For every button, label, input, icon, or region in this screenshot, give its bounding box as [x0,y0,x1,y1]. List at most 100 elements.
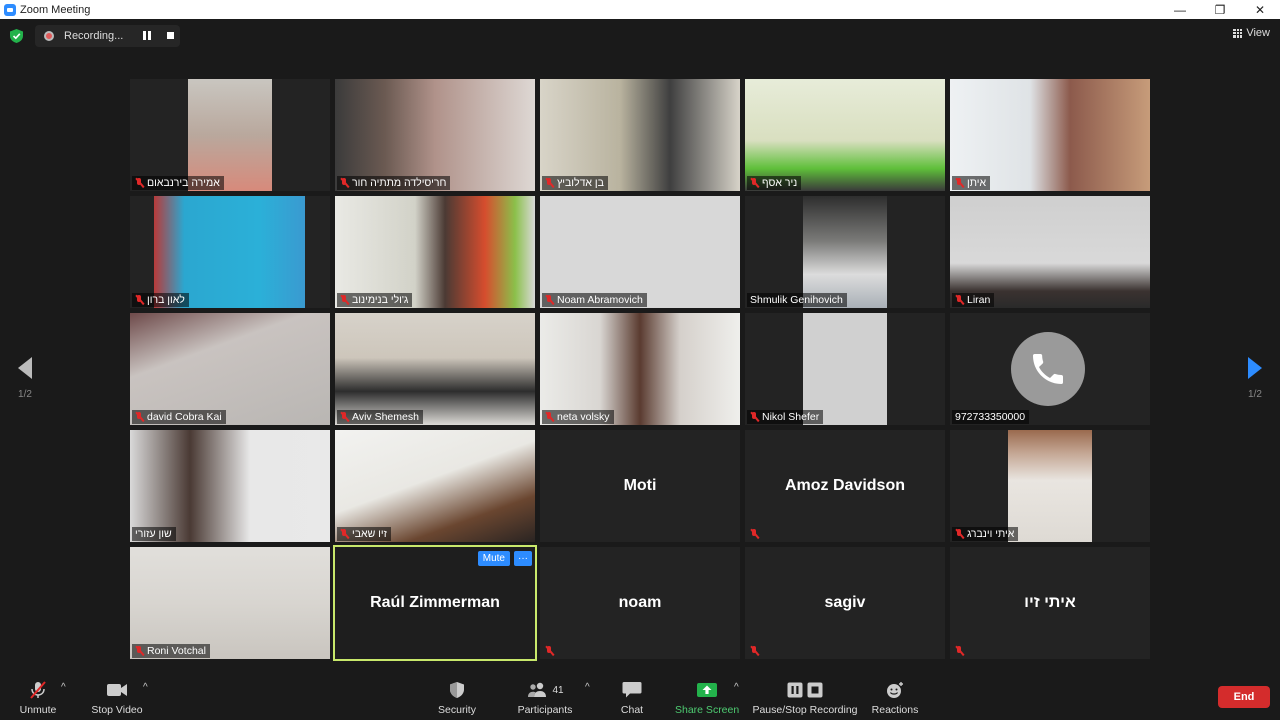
muted-mic-icon [750,412,759,422]
audio-options-caret-icon[interactable]: ^ [61,682,66,693]
participant-name-tag: זיו שאבי [337,527,392,541]
participant-tile[interactable]: זיו שאבי [335,430,535,542]
participant-name: חריסילדה מתתיה חור [352,177,447,189]
participant-name: שון עזורי [135,528,172,540]
end-meeting-button[interactable]: End [1218,686,1270,708]
participant-tile[interactable]: noam [540,547,740,659]
left-arrow-icon [18,357,32,379]
participant-tile[interactable]: חריסילדה מתתיה חור [335,79,535,191]
stop-icon [807,682,823,698]
share-screen-button[interactable]: Share Screen [675,680,739,716]
participant-tile[interactable]: david Cobra Kai [130,313,330,425]
participant-name: ניר אסף [762,177,798,189]
muted-mic-icon [135,412,144,422]
participant-tile[interactable]: ג'ולי בנימינוב [335,196,535,308]
participant-tile[interactable]: Shmulik Genihovich [745,196,945,308]
pause-recording-icon[interactable] [143,31,151,40]
muted-mic-icon [545,178,554,188]
view-label: View [1246,27,1270,39]
pause-stop-recording-button[interactable]: Pause/Stop Recording [752,680,858,716]
participant-name-tag: Liran [952,293,995,307]
participant-video [745,79,945,191]
participant-name: david Cobra Kai [147,411,222,423]
muted-mic-icon [340,412,349,422]
active-speaker-tile[interactable]: Mute ··· Raúl Zimmerman [333,545,537,661]
participant-tile[interactable]: בן אדלוביץ [540,79,740,191]
participant-video [803,196,887,308]
participant-name-tag: בן אדלוביץ [542,176,608,190]
participant-tile[interactable]: Moti [540,430,740,542]
meeting-top-bar: Recording... View [0,19,1280,53]
close-button[interactable]: ✕ [1240,0,1280,19]
chat-label: Chat [620,704,644,716]
participant-name: איתי זיו [1024,594,1076,611]
window-title: Zoom Meeting [20,3,91,16]
participant-tile[interactable]: איתי וינברג [950,430,1150,542]
participant-name-tag: 972733350000 [952,410,1030,424]
participant-video [1008,430,1092,542]
participant-name: Liran [967,294,991,306]
participant-name-tag: ניר אסף [747,176,802,190]
participant-tile[interactable]: Roni Votchal [130,547,330,659]
phone-icon [1033,354,1063,384]
participant-tile[interactable]: אמירה בירנבאום [130,79,330,191]
view-button[interactable]: View [1233,27,1270,39]
participant-tile[interactable]: sagiv [745,547,945,659]
encryption-shield-icon[interactable] [10,29,23,43]
recording-indicator: Recording... [35,25,180,47]
participants-button[interactable]: 41 Participants [513,680,577,716]
reactions-button[interactable]: Reactions [870,680,920,716]
more-options-button[interactable]: ··· [514,551,532,566]
participant-tile[interactable]: ניר אסף [745,79,945,191]
stop-video-label: Stop Video [91,704,143,716]
participant-tile[interactable]: Amoz Davidson [745,430,945,542]
security-button[interactable]: Security [434,680,480,716]
previous-page-button[interactable]: 1/2 [10,357,40,400]
participant-name: אמירה בירנבאום [147,177,220,189]
participant-name: Roni Votchal [147,645,206,657]
participants-icon [528,682,547,697]
video-options-caret-icon[interactable]: ^ [143,682,148,693]
next-page-button[interactable]: 1/2 [1240,357,1270,400]
window-controls: — ❐ ✕ [1160,0,1280,19]
participant-tile[interactable]: שון עזורי [130,430,330,542]
participant-video [188,79,272,191]
recording-dot-icon [44,31,54,41]
stop-video-button[interactable]: Stop Video [90,680,144,716]
restore-button[interactable]: ❐ [1200,0,1240,19]
stop-recording-icon[interactable] [167,32,174,39]
participant-video [130,547,330,659]
participant-tile[interactable]: Aviv Shemesh [335,313,535,425]
participant-video [130,430,330,542]
participant-tile[interactable]: Nikol Shefer [745,313,945,425]
participant-tile[interactable]: 972733350000 [950,313,1150,425]
chat-button[interactable]: Chat [614,680,650,716]
participant-name-tag: Aviv Shemesh [337,410,423,424]
muted-microphone-icon [30,681,46,699]
participant-tile[interactable]: Noam Abramovich [540,196,740,308]
participant-name-tag: Roni Votchal [132,644,210,658]
participant-tile[interactable]: איתן [950,79,1150,191]
minimize-button[interactable]: — [1160,0,1200,19]
participant-name: איתן [967,177,987,189]
unmute-button[interactable]: Unmute [14,680,62,716]
participants-label: Participants [517,704,573,716]
participant-name: Moti [623,477,657,494]
window-title-bar: Zoom Meeting — ❐ ✕ [0,0,1280,19]
participants-options-caret-icon[interactable]: ^ [585,682,590,693]
share-options-caret-icon[interactable]: ^ [734,682,739,693]
participant-tile[interactable]: Liran [950,196,1150,308]
participant-tile[interactable]: neta volsky [540,313,740,425]
participant-name: לאון ברון [147,294,185,306]
participant-name: בן אדלוביץ [557,177,604,189]
participant-name-tag: חריסילדה מתתיה חור [337,176,451,190]
unmute-label: Unmute [19,704,57,716]
participant-video [540,196,740,308]
muted-mic-icon [545,646,554,656]
muted-mic-icon [750,178,759,188]
participant-tile[interactable]: איתי זיו [950,547,1150,659]
participant-tile[interactable]: לאון ברון [130,196,330,308]
participant-name: sagiv [824,594,866,611]
mute-participant-button[interactable]: Mute [477,551,510,566]
participant-name: איתי וינברג [967,528,1015,540]
